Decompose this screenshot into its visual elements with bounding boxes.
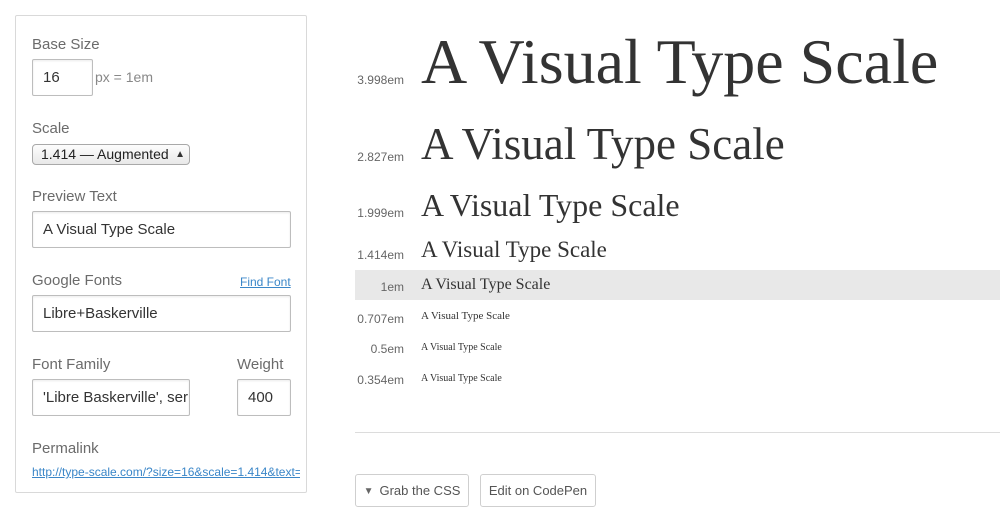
scale-sample-text: A Visual Type Scale (421, 26, 939, 97)
grab-css-label: Grab the CSS (379, 483, 461, 498)
settings-panel: Base Size 16 px = 1em Scale 1.414 — Augm… (15, 15, 307, 493)
scale-sample-text: A Visual Type Scale (421, 276, 551, 293)
google-fonts-input[interactable]: Libre+Baskerville (32, 295, 291, 332)
scale-sample-text: A Visual Type Scale (421, 187, 680, 223)
scale-select-value: 1.414 — Augmented (41, 146, 169, 162)
codepen-label: Edit on CodePen (488, 483, 588, 498)
divider (355, 432, 1000, 433)
scale-size-label: 1em (380, 280, 404, 294)
base-size-input[interactable]: 16 (32, 59, 93, 96)
scale-label: Scale (32, 120, 70, 137)
find-font-link[interactable]: Find Font (240, 275, 291, 289)
font-family-input[interactable]: 'Libre Baskerville', serif (32, 379, 190, 416)
scale-size-label: 3.998em (357, 73, 404, 87)
base-size-unit-hint: px = 1em (95, 69, 153, 85)
font-family-label: Font Family (32, 356, 111, 373)
base-size-label: Base Size (32, 36, 100, 53)
scale-sample-text: A Visual Type Scale (421, 119, 785, 169)
permalink-label: Permalink (32, 440, 99, 457)
scale-size-label: 0.707em (357, 312, 404, 326)
scale-size-label: 2.827em (357, 150, 404, 164)
chevron-down-icon: ▼ (363, 486, 374, 497)
scale-sample-text: A Visual Type Scale (421, 342, 502, 353)
scale-size-label: 0.5em (370, 342, 404, 356)
scale-select[interactable]: 1.414 — Augmented ▲ (32, 144, 190, 165)
scale-size-label: 1.414em (357, 248, 404, 262)
grab-css-button[interactable]: ▼ Grab the CSS (355, 474, 469, 507)
google-fonts-label: Google Fonts (32, 272, 123, 289)
scale-size-label: 0.354em (357, 373, 404, 387)
edit-on-codepen-button[interactable]: Edit on CodePen (480, 474, 596, 507)
weight-label: Weight (237, 356, 284, 373)
permalink-link[interactable]: http://type-scale.com/?size=16&scale=1.4… (32, 465, 300, 479)
preview-text-label: Preview Text (32, 188, 117, 205)
scale-sample-text: A Visual Type Scale (421, 373, 502, 384)
scale-sample-text: A Visual Type Scale (421, 237, 607, 262)
up-down-arrows-icon: ▲ (175, 149, 185, 160)
scale-sample-text: A Visual Type Scale (421, 310, 510, 322)
scale-size-label: 1.999em (357, 206, 404, 220)
preview-text-input[interactable]: A Visual Type Scale (32, 211, 291, 248)
weight-input[interactable]: 400 (237, 379, 291, 416)
